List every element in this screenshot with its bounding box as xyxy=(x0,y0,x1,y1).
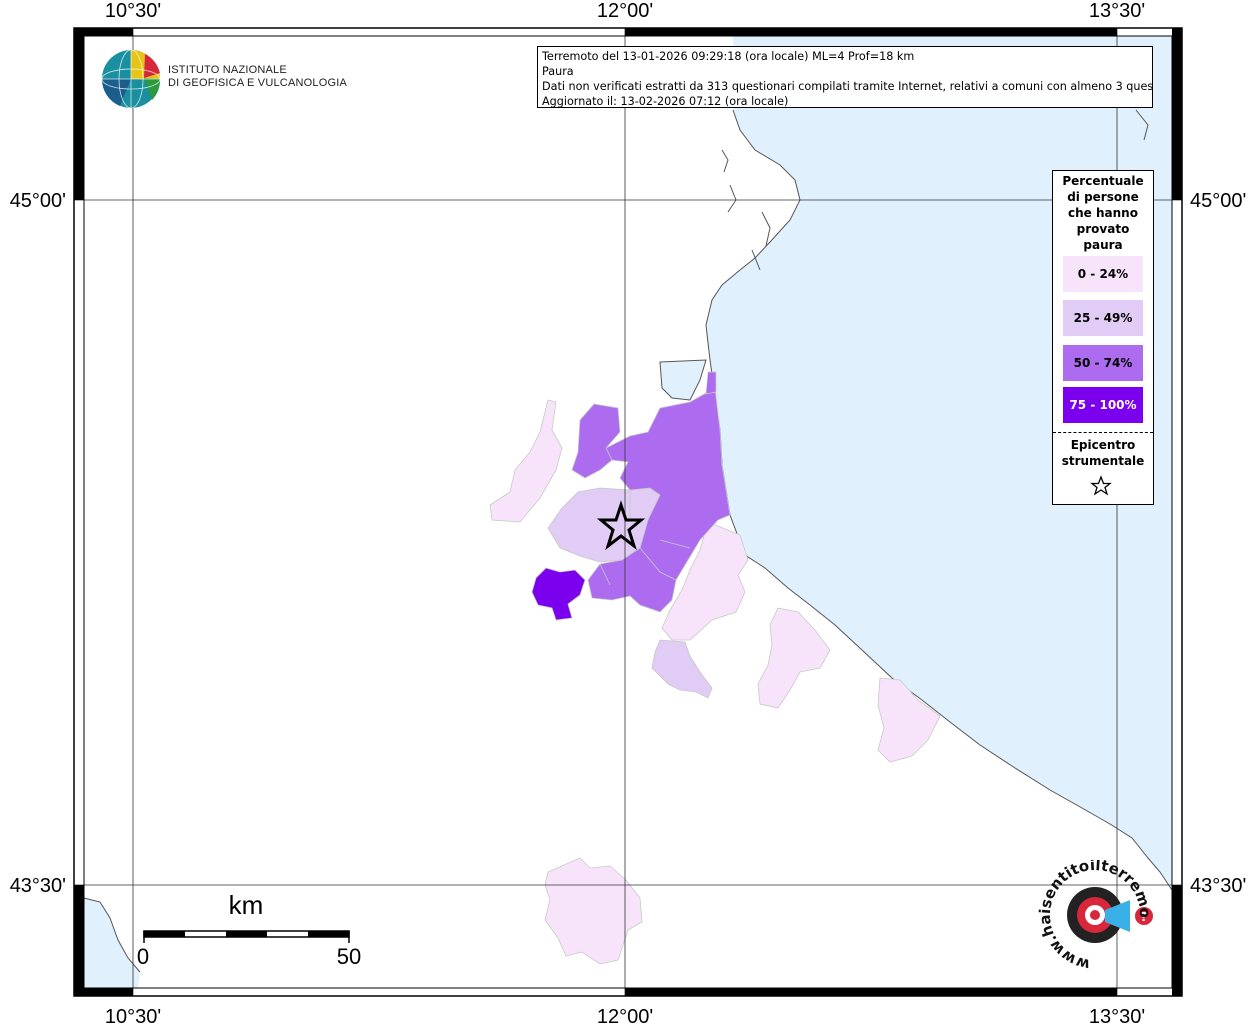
ingv-name-line1: ISTITUTO NAZIONALE xyxy=(168,64,287,76)
legend-star-icon xyxy=(1090,475,1112,496)
municipality-0-24 xyxy=(489,399,563,523)
lon-label-top: 12°00' xyxy=(597,0,653,22)
scale-min: 0 xyxy=(137,944,149,969)
municipality-50-74 xyxy=(705,371,717,395)
globe-icon xyxy=(101,49,161,109)
municipality-0-24 xyxy=(757,607,831,709)
lon-label-bottom: 10°30' xyxy=(105,1006,161,1024)
ingv-name: ISTITUTO NAZIONALE DI GEOFISICA E VULCAN… xyxy=(168,64,347,90)
legend-title-line: che hanno xyxy=(1068,206,1138,220)
lat-label-left: 43°30' xyxy=(10,875,66,897)
event-info-box: Terremoto del 13-01-2026 09:29:18 (ora l… xyxy=(537,46,1153,108)
legend-title-line: paura xyxy=(1083,238,1123,252)
legend-divider xyxy=(1053,432,1153,433)
legend-class-25-49: 25 - 49% xyxy=(1063,300,1143,336)
scale-unit: km xyxy=(229,890,264,920)
lon-label-top: 13°30' xyxy=(1089,0,1145,22)
legend-epicenter-label: Epicentro strumentale xyxy=(1053,437,1153,469)
lagoon xyxy=(659,359,707,401)
legend-title-line: provato xyxy=(1076,222,1130,236)
lat-label-right: 45°00' xyxy=(1190,190,1246,212)
legend-epicenter-line: Epicentro xyxy=(1070,438,1136,452)
legend-title-line: Percentuale xyxy=(1062,174,1144,188)
haisentito-logo: ? www.haisentitoilterremoto.it xyxy=(1030,860,1154,974)
legend-class-0-24: 0 - 24% xyxy=(1063,256,1143,292)
legend-epicenter-line: strumentale xyxy=(1061,454,1145,468)
legend-title-line: di persone xyxy=(1067,190,1139,204)
lat-label-left: 45°00' xyxy=(10,190,66,212)
legend-class-75-100: 75 - 100% xyxy=(1063,387,1143,423)
scale-bar: km 0 50 xyxy=(137,890,361,969)
municipality-50-74 xyxy=(571,403,621,479)
data-source-line: Dati non verificati estratti da 313 ques… xyxy=(542,80,1153,93)
legend-class-50-74: 50 - 74% xyxy=(1063,345,1143,381)
scale-max: 50 xyxy=(337,944,361,969)
lon-label-bottom: 12°00' xyxy=(597,1006,653,1024)
event-line: Terremoto del 13-01-2026 09:29:18 (ora l… xyxy=(542,50,915,63)
lon-label-top: 10°30' xyxy=(105,0,161,22)
updated-line: Aggiornato il: 13-02-2026 07:12 (ora loc… xyxy=(542,95,789,108)
ingv-name-line2: DI GEOFISICA E VULCANOLOGIA xyxy=(168,77,347,89)
legend-title: Percentuale di persone che hanno provato… xyxy=(1053,173,1153,253)
legend: Percentuale di persone che hanno provato… xyxy=(1052,170,1154,505)
municipality-75-100 xyxy=(531,567,586,621)
municipality-0-24 xyxy=(544,857,643,965)
municipality-25-49 xyxy=(651,639,713,699)
parameter-line: Paura xyxy=(542,65,574,78)
lon-label-bottom: 13°30' xyxy=(1089,1006,1145,1024)
lat-label-right: 43°30' xyxy=(1190,875,1246,897)
